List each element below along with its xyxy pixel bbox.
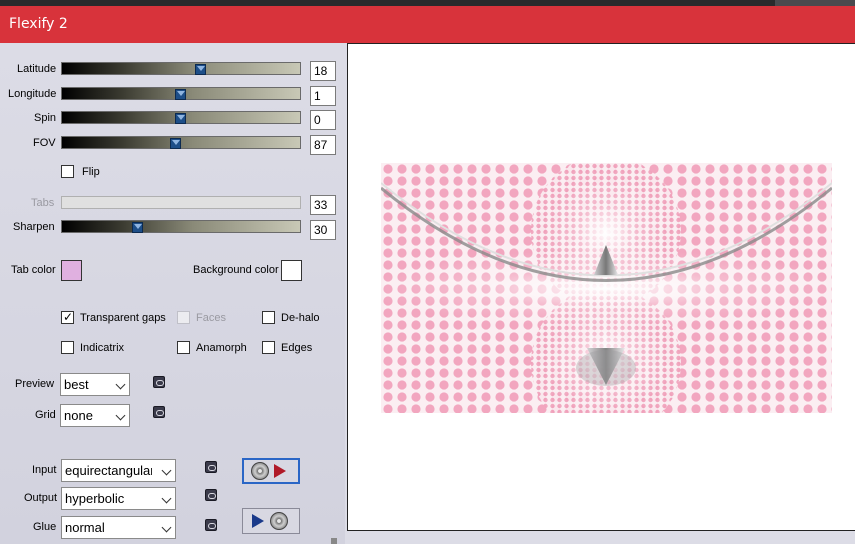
transparent-gaps-checkbox[interactable]: ✓ <box>61 310 74 324</box>
sharpen-label: Sharpen <box>13 221 55 233</box>
glue-value: normal <box>65 520 105 535</box>
preview-link-icon[interactable] <box>153 376 165 388</box>
sharpen-value-field[interactable]: 30 <box>310 220 336 240</box>
chevron-down-icon <box>115 410 126 421</box>
window-title: Flexify 2 <box>9 16 68 32</box>
panel-scroll-knob[interactable] <box>331 538 337 544</box>
preview-pane <box>347 43 855 531</box>
glue-select[interactable]: normal <box>61 516 176 539</box>
tabs-slider <box>61 196 301 209</box>
fov-slider-thumb[interactable] <box>170 138 181 149</box>
flip-checkbox[interactable] <box>61 165 74 178</box>
flip-label: Flip <box>82 166 100 178</box>
output-link-icon[interactable] <box>205 489 217 501</box>
hyperbolic-preview-graphic <box>381 163 832 413</box>
de-halo-label: De-halo <box>281 312 320 324</box>
controls-panel: Latitude 18 Longitude 1 Spin 0 FOV 87 Fl… <box>0 43 345 544</box>
input-projection-value: equirectangular <box>65 463 152 478</box>
preview-label: Preview <box>15 378 55 390</box>
tab-color-label: Tab color <box>11 264 56 276</box>
faces-checkbox <box>177 311 190 324</box>
save-output-button[interactable] <box>242 508 300 534</box>
latitude-slider-thumb[interactable] <box>195 64 206 75</box>
edges-checkbox[interactable] <box>262 341 275 354</box>
sharpen-slider-thumb[interactable] <box>132 222 143 233</box>
indicatrix-checkbox[interactable] <box>61 341 74 354</box>
background-color-label: Background color <box>193 264 279 276</box>
indicatrix-label: Indicatrix <box>80 342 125 354</box>
sharpen-slider[interactable] <box>61 220 301 233</box>
fov-value-field[interactable]: 87 <box>310 135 336 155</box>
glue-label: Glue <box>33 521 57 533</box>
fov-label: FOV <box>33 137 56 149</box>
chevron-down-icon <box>161 493 172 504</box>
disc-icon <box>251 462 269 480</box>
latitude-value-field[interactable]: 18 <box>310 61 336 81</box>
spin-value-field[interactable]: 0 <box>310 110 336 130</box>
grid-value: none <box>64 408 93 423</box>
transparent-gaps-label: Transparent gaps <box>80 312 166 324</box>
latitude-label: Latitude <box>17 63 57 75</box>
fov-slider[interactable] <box>61 136 301 149</box>
input-projection-select[interactable]: equirectangular <box>61 459 176 482</box>
chevron-down-icon <box>115 379 126 390</box>
play-arrow-icon <box>274 464 286 478</box>
preview-quality-select[interactable]: best <box>60 373 130 396</box>
grid-select[interactable]: none <box>60 404 130 427</box>
preview-image[interactable] <box>381 163 832 413</box>
tab-color-swatch[interactable] <box>61 260 82 281</box>
tabs-label: Tabs <box>31 197 55 209</box>
title-bar: Flexify 2 <box>0 6 855 43</box>
spin-slider[interactable] <box>61 111 301 124</box>
chevron-down-icon <box>161 465 172 476</box>
de-halo-checkbox[interactable] <box>262 311 275 324</box>
output-label: Output <box>24 492 58 504</box>
load-input-button[interactable] <box>242 458 300 484</box>
anamorph-checkbox[interactable] <box>177 341 190 354</box>
grid-label: Grid <box>35 409 56 421</box>
input-link-icon[interactable] <box>205 461 217 473</box>
edges-label: Edges <box>281 342 313 354</box>
background-color-swatch[interactable] <box>281 260 302 281</box>
output-projection-value: hyperbolic <box>65 491 125 506</box>
latitude-slider[interactable] <box>61 62 301 75</box>
faces-label: Faces <box>196 312 226 324</box>
longitude-slider[interactable] <box>61 87 301 100</box>
disc-icon <box>270 512 288 530</box>
input-label: Input <box>32 464 57 476</box>
output-projection-select[interactable]: hyperbolic <box>61 487 176 510</box>
grid-link-icon[interactable] <box>153 406 165 418</box>
anamorph-label: Anamorph <box>196 342 247 354</box>
play-arrow-icon <box>252 514 264 528</box>
longitude-value-field[interactable]: 1 <box>310 86 336 106</box>
preview-quality-value: best <box>64 377 89 392</box>
spin-slider-thumb[interactable] <box>175 113 186 124</box>
spin-label: Spin <box>34 112 57 124</box>
glue-link-icon[interactable] <box>205 519 217 531</box>
chevron-down-icon <box>161 522 172 533</box>
longitude-slider-thumb[interactable] <box>175 89 186 100</box>
tabs-value-field[interactable]: 33 <box>310 195 336 215</box>
longitude-label: Longitude <box>8 88 57 100</box>
